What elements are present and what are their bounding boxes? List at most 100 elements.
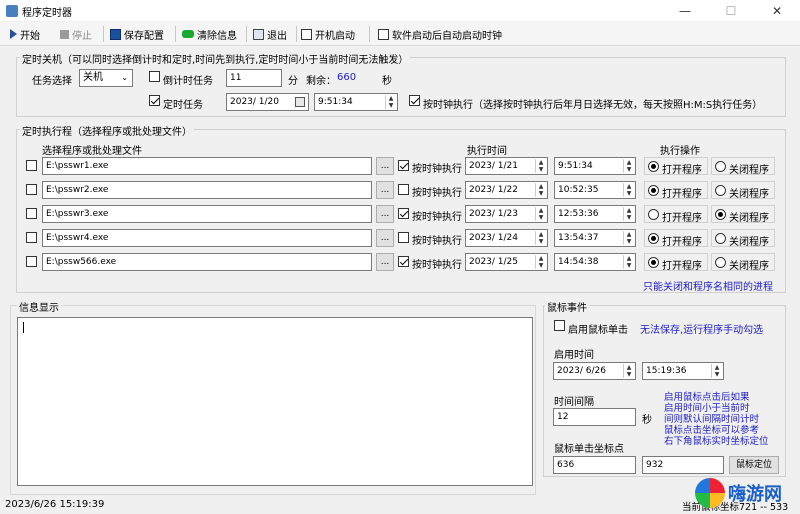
spinner-icon[interactable]: ▲ ▼: [711, 364, 722, 378]
toolbar: 开始 停止 保存配置 清除信息 退出 开机启动 软件启动后自动启动时钟: [0, 22, 800, 46]
col-action-header: 执行操作: [660, 146, 700, 157]
maximize-button[interactable]: ☐: [708, 0, 754, 22]
row-select-checkbox[interactable]: [26, 232, 37, 244]
row-clock-checkbox[interactable]: [398, 160, 409, 172]
row-date-value: 2023/ 1/21: [469, 161, 519, 171]
close-program-radio[interactable]: 关闭程序: [711, 181, 775, 200]
interval-input[interactable]: 12: [553, 408, 636, 426]
window-title: 程序定时器: [22, 8, 72, 19]
row-time-value: 12:53:36: [558, 209, 599, 219]
exit-button[interactable]: 退出: [253, 26, 287, 42]
close-button[interactable]: ✕: [754, 0, 800, 22]
shutdown-clock-checkbox[interactable]: [409, 95, 420, 107]
close-program-radio[interactable]: 关闭程序: [711, 157, 775, 176]
open-program-radio[interactable]: 打开程序: [644, 253, 708, 272]
row-time-picker[interactable]: 10:52:35 ▲ ▼: [554, 181, 636, 199]
open-program-radio[interactable]: 打开程序: [644, 157, 708, 176]
program-path-input[interactable]: E:\psswr1.exe: [42, 157, 372, 175]
toolbar-separator: [369, 26, 370, 42]
spinner-icon[interactable]: ▲ ▼: [623, 159, 634, 173]
mouse-time-picker[interactable]: 15:19:36 ▲ ▼: [642, 362, 724, 380]
row-date-picker[interactable]: 2023/ 1/21 ▲ ▼: [465, 157, 548, 175]
row-clock-checkbox[interactable]: [398, 232, 409, 244]
second-unit: 秒: [382, 76, 392, 87]
clear-info-button[interactable]: 清除信息: [182, 26, 237, 42]
save-config-button[interactable]: 保存配置: [110, 26, 164, 42]
app-icon: [6, 5, 18, 17]
browse-button[interactable]: ...: [376, 253, 394, 271]
row-date-picker[interactable]: 2023/ 1/23 ▲ ▼: [465, 205, 548, 223]
close-program-label: 关闭程序: [729, 261, 769, 272]
spinner-icon[interactable]: ▲ ▼: [623, 231, 634, 245]
browse-button[interactable]: ...: [376, 205, 394, 223]
row-time-picker[interactable]: 14:54:38 ▲ ▼: [554, 253, 636, 271]
spinner-icon[interactable]: ▲ ▼: [623, 207, 634, 221]
close-program-radio[interactable]: 关闭程序: [711, 253, 775, 272]
row-clock-checkbox[interactable]: [398, 208, 409, 220]
open-program-radio[interactable]: 打开程序: [644, 181, 708, 200]
browse-button[interactable]: ...: [376, 229, 394, 247]
row-select-checkbox[interactable]: [26, 184, 37, 196]
row-select-checkbox[interactable]: [26, 208, 37, 220]
start-button[interactable]: 开始: [10, 26, 40, 42]
spinner-icon[interactable]: ▲ ▼: [535, 183, 546, 197]
open-program-radio[interactable]: 打开程序: [644, 229, 708, 248]
row-time-picker[interactable]: 13:54:37 ▲ ▼: [554, 229, 636, 247]
program-path-input[interactable]: E:\psswr4.exe: [42, 229, 372, 247]
spinner-icon[interactable]: ▲ ▼: [535, 207, 546, 221]
shutdown-time-picker[interactable]: 9:51:34 ▲ ▼: [314, 93, 398, 111]
row-clock-checkbox[interactable]: [398, 184, 409, 196]
close-program-label: 关闭程序: [729, 189, 769, 200]
spinner-icon[interactable]: ▲ ▼: [623, 364, 634, 378]
boot-start-check[interactable]: [301, 28, 312, 40]
boot-start-checkbox[interactable]: 开机启动: [301, 26, 355, 42]
row-date-picker[interactable]: 2023/ 1/25 ▲ ▼: [465, 253, 548, 271]
spinner-icon[interactable]: ▲ ▼: [623, 183, 634, 197]
countdown-checkbox[interactable]: [149, 71, 160, 83]
row-select-checkbox[interactable]: [26, 256, 37, 268]
row-date-value: 2023/ 1/24: [469, 233, 519, 243]
row-date-picker[interactable]: 2023/ 1/22 ▲ ▼: [465, 181, 548, 199]
countdown-input[interactable]: 11: [226, 69, 282, 87]
row-time-picker[interactable]: 12:53:36 ▲ ▼: [554, 205, 636, 223]
auto-start-checkbox[interactable]: 软件启动后自动启动时钟: [378, 26, 502, 42]
browse-button[interactable]: ...: [376, 181, 394, 199]
row-select-checkbox[interactable]: [26, 160, 37, 172]
browse-button[interactable]: ...: [376, 157, 394, 175]
coord-label: 鼠标单击坐标点: [554, 444, 624, 455]
program-path-input[interactable]: E:\psswr3.exe: [42, 205, 372, 223]
chevron-down-icon: ⌄: [121, 73, 128, 82]
program-path-input[interactable]: E:\pssw566.exe: [42, 253, 372, 271]
coord-x-input[interactable]: 636: [553, 456, 636, 474]
shutdown-date-picker[interactable]: 2023/ 1/20: [226, 93, 309, 111]
stop-icon: [60, 29, 69, 39]
task-select[interactable]: 关机 ⌄: [79, 69, 133, 87]
mouse-locate-button[interactable]: 鼠标定位: [729, 456, 779, 474]
row-date-picker[interactable]: 2023/ 1/24 ▲ ▼: [465, 229, 548, 247]
spinner-icon[interactable]: ▲ ▼: [385, 95, 396, 109]
mouse-enable-checkbox[interactable]: [554, 320, 565, 332]
stop-button[interactable]: 停止: [60, 26, 92, 42]
status-bar: 2023/6/26 15:19:39 当前鼠标坐标721 -- 533: [0, 496, 800, 514]
status-datetime: 2023/6/26 15:19:39: [5, 499, 105, 510]
open-program-radio[interactable]: 打开程序: [644, 205, 708, 224]
timed-task-checkbox[interactable]: [149, 95, 160, 107]
spinner-icon[interactable]: ▲ ▼: [623, 255, 634, 269]
spinner-icon[interactable]: ▲ ▼: [535, 255, 546, 269]
watermark-text: 嗨游网: [728, 484, 782, 505]
task-select-value: 关机: [83, 72, 103, 83]
spinner-icon[interactable]: ▲ ▼: [535, 159, 546, 173]
close-program-radio[interactable]: 关闭程序: [711, 229, 775, 248]
coord-y-input[interactable]: 932: [642, 456, 724, 474]
mouse-date-picker[interactable]: 2023/ 6/26 ▲ ▼: [553, 362, 636, 380]
auto-start-check[interactable]: [378, 28, 389, 40]
info-label: 信息显示: [17, 299, 61, 314]
program-path-input[interactable]: E:\psswr2.exe: [42, 181, 372, 199]
info-textarea[interactable]: [17, 317, 533, 486]
close-program-radio[interactable]: 关闭程序: [711, 205, 775, 224]
row-time-picker[interactable]: 9:51:34 ▲ ▼: [554, 157, 636, 175]
spinner-icon[interactable]: ▲ ▼: [535, 231, 546, 245]
row-clock-checkbox[interactable]: [398, 256, 409, 268]
minimize-button[interactable]: —: [662, 0, 708, 22]
row-date-value: 2023/ 1/22: [469, 185, 519, 195]
